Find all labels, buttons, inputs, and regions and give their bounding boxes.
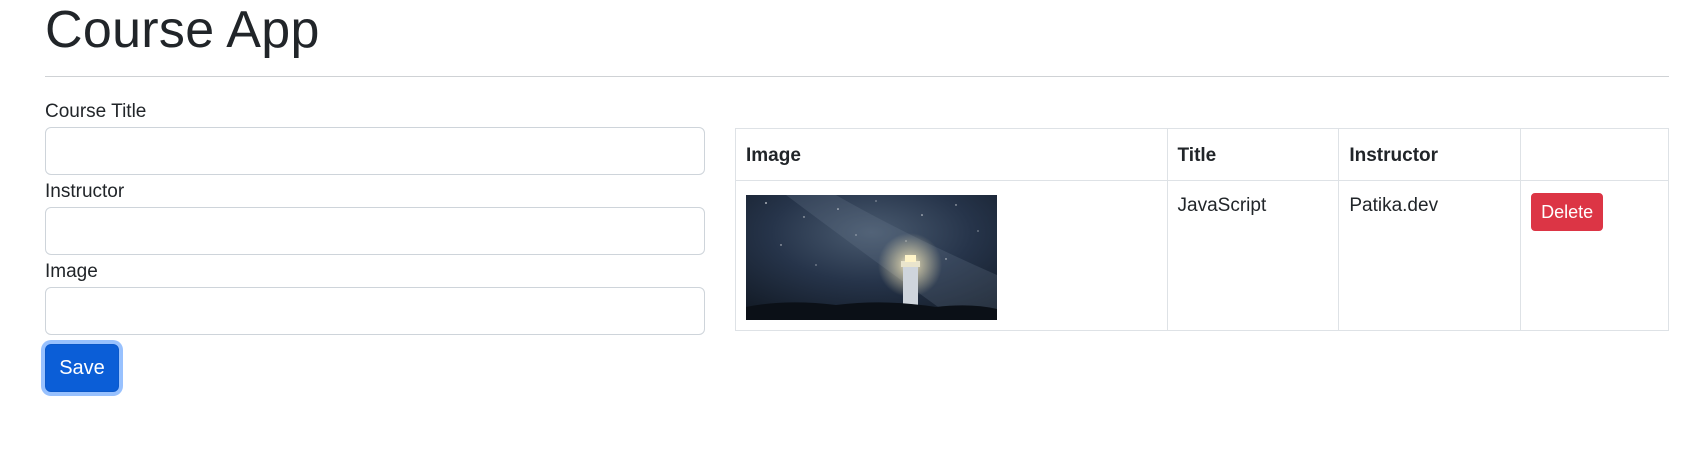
row-image-cell bbox=[735, 180, 1168, 331]
image-label: Image bbox=[45, 261, 98, 282]
course-title-label: Course Title bbox=[45, 101, 147, 122]
table-row: JavaScript Patika.dev Delete bbox=[735, 180, 1669, 331]
row-actions-cell: Delete bbox=[1520, 180, 1669, 331]
header-instructor: Instructor bbox=[1338, 128, 1522, 181]
table-header-row: Image Title Instructor bbox=[735, 128, 1669, 181]
courses-table: Image Title Instructor JavaScript Patika… bbox=[735, 128, 1669, 331]
header-image: Image bbox=[735, 128, 1168, 181]
row-instructor-cell: Patika.dev bbox=[1338, 180, 1522, 331]
header-title: Title bbox=[1166, 128, 1340, 181]
course-image bbox=[746, 195, 997, 320]
header-actions bbox=[1520, 128, 1669, 181]
delete-button[interactable]: Delete bbox=[1531, 193, 1604, 231]
app-root: Course App Course Title Instructor Image… bbox=[0, 0, 1697, 455]
header-divider bbox=[45, 76, 1669, 77]
instructor-input[interactable] bbox=[45, 207, 705, 255]
course-form: Course Title Instructor Image Save bbox=[45, 100, 705, 392]
row-title-cell: JavaScript bbox=[1166, 180, 1340, 331]
instructor-label: Instructor bbox=[45, 181, 125, 202]
image-input[interactable] bbox=[45, 287, 705, 335]
save-button[interactable]: Save bbox=[45, 344, 119, 392]
course-title-input[interactable] bbox=[45, 127, 705, 175]
page-title: Course App bbox=[45, 1, 320, 59]
